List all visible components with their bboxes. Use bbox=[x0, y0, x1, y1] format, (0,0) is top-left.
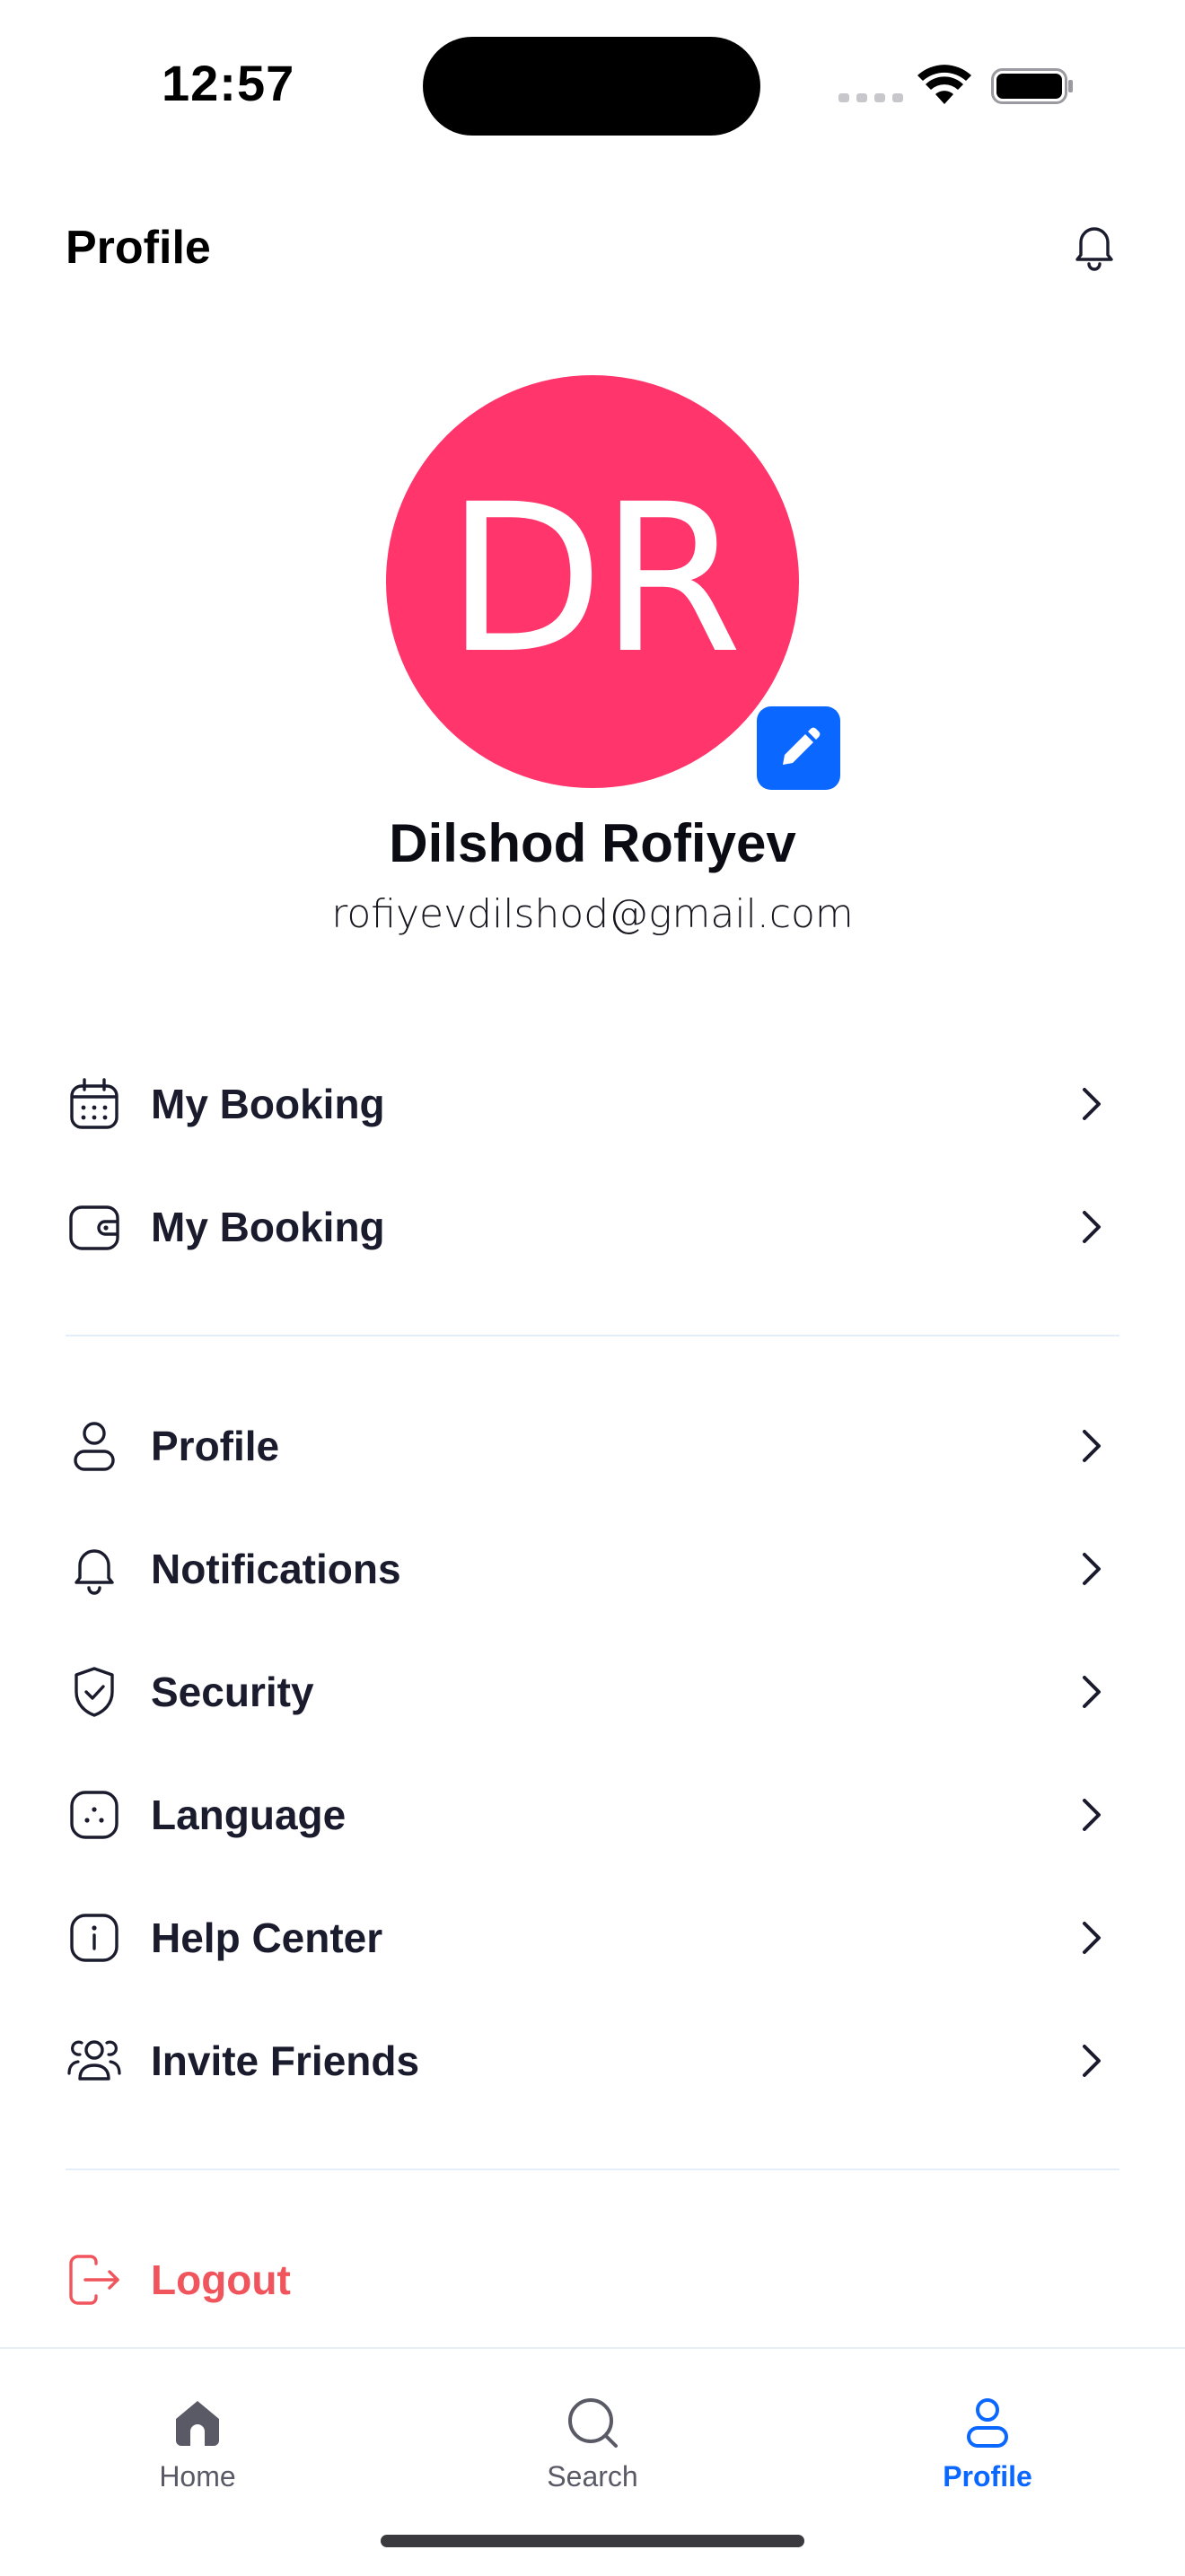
users-icon bbox=[66, 2032, 123, 2090]
avatar-initials: DR bbox=[446, 460, 742, 698]
menu-item-help-center[interactable]: Help Center bbox=[66, 1888, 1119, 1987]
menu-item-label: Notifications bbox=[151, 1546, 401, 1592]
divider bbox=[66, 2169, 1119, 2170]
menu-item-my-booking-wallet[interactable]: My Booking bbox=[66, 1178, 1119, 1276]
cellular-signal-icon bbox=[838, 93, 903, 102]
nav-label: Profile bbox=[943, 2460, 1032, 2493]
menu-item-profile[interactable]: Profile bbox=[66, 1397, 1119, 1495]
chevron-right-icon bbox=[1083, 1799, 1101, 1831]
bell-icon bbox=[1075, 227, 1113, 271]
menu-item-my-booking[interactable]: My Booking bbox=[66, 1055, 1119, 1153]
logout-label: Logout bbox=[151, 2256, 291, 2303]
page-title: Profile bbox=[66, 222, 211, 274]
chevron-right-icon bbox=[1083, 2045, 1101, 2077]
search-icon bbox=[568, 2398, 618, 2448]
chevron-right-icon bbox=[1083, 1430, 1101, 1462]
wifi-icon bbox=[917, 65, 971, 104]
battery-icon bbox=[991, 68, 1073, 104]
menu-item-security[interactable]: Security bbox=[66, 1643, 1119, 1741]
notifications-button[interactable] bbox=[1068, 219, 1120, 273]
nav-home[interactable]: Home bbox=[90, 2394, 305, 2493]
chevron-right-icon bbox=[1083, 1088, 1101, 1120]
pencil-icon bbox=[782, 727, 820, 765]
avatar: DR bbox=[386, 375, 799, 788]
nav-search[interactable]: Search bbox=[485, 2394, 700, 2493]
status-bar: 12:57 bbox=[0, 0, 1185, 171]
menu-item-label: My Booking bbox=[151, 1081, 385, 1127]
menu-item-label: Profile bbox=[151, 1423, 280, 1469]
menu-item-label: My Booking bbox=[151, 1204, 385, 1250]
menu-item-label: Security bbox=[151, 1669, 314, 1715]
language-icon bbox=[66, 1786, 123, 1844]
logout-button[interactable]: Logout bbox=[66, 2230, 1119, 2329]
dynamic-island bbox=[423, 37, 760, 136]
status-time: 12:57 bbox=[162, 55, 295, 111]
nav-profile[interactable]: Profile bbox=[880, 2394, 1095, 2493]
home-icon bbox=[176, 2401, 219, 2446]
menu-item-notifications[interactable]: Notifications bbox=[66, 1520, 1119, 1618]
info-icon bbox=[66, 1909, 123, 1967]
chevron-right-icon bbox=[1083, 1922, 1101, 1954]
user-icon bbox=[66, 1417, 123, 1475]
bell-icon bbox=[66, 1540, 123, 1598]
menu-item-invite-friends[interactable]: Invite Friends bbox=[66, 2011, 1119, 2110]
chevron-right-icon bbox=[1083, 1676, 1101, 1708]
nav-label: Home bbox=[159, 2460, 236, 2493]
user-name: Dilshod Rofiyev bbox=[389, 813, 796, 873]
menu-item-label: Invite Friends bbox=[151, 2037, 420, 2084]
nav-label: Search bbox=[547, 2460, 638, 2493]
user-icon bbox=[967, 2398, 1008, 2448]
menu-item-language[interactable]: Language bbox=[66, 1766, 1119, 1864]
menu-item-label: Language bbox=[151, 1792, 347, 1838]
chevron-right-icon bbox=[1083, 1211, 1101, 1243]
user-email: rofiyevdilshod@gmail.com bbox=[331, 891, 854, 937]
wallet-icon bbox=[66, 1198, 123, 1256]
divider bbox=[66, 1335, 1119, 1336]
chevron-right-icon bbox=[1083, 1553, 1101, 1585]
edit-avatar-button[interactable] bbox=[757, 706, 840, 790]
shield-check-icon bbox=[66, 1663, 123, 1721]
logout-icon bbox=[66, 2251, 123, 2309]
calendar-icon bbox=[66, 1075, 123, 1133]
home-indicator[interactable] bbox=[381, 2535, 804, 2547]
menu-item-label: Help Center bbox=[151, 1914, 383, 1961]
